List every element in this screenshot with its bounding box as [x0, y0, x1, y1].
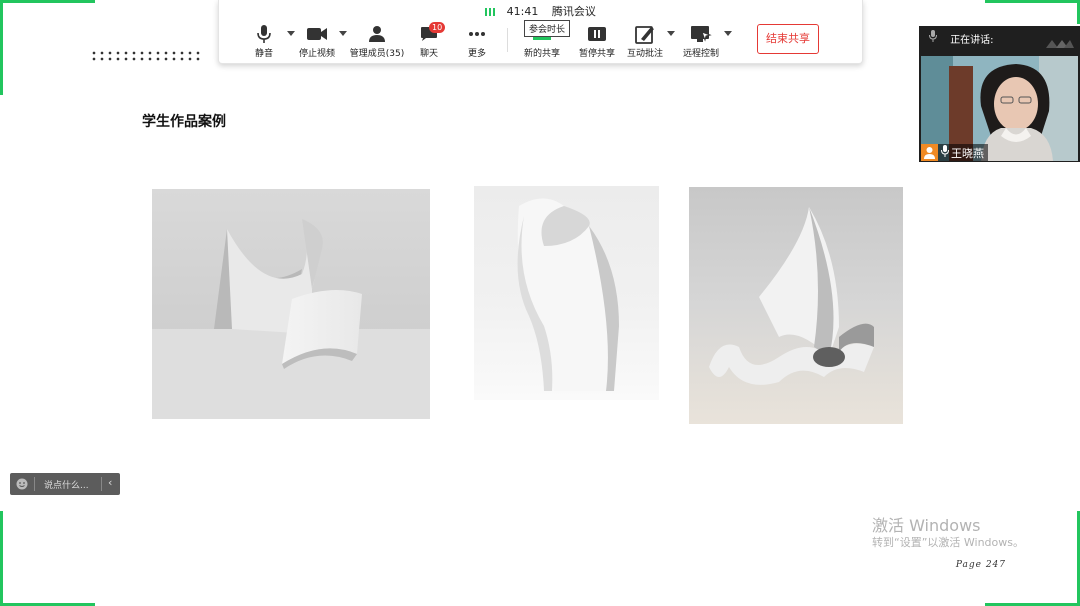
remote-control-label: 远程控制: [682, 49, 719, 59]
active-speaker-panel: 正在讲话: 王晓燕: [919, 26, 1080, 162]
chat-input-placeholder: 说点什么...: [44, 481, 89, 491]
members-icon: [349, 24, 405, 44]
remote-control-options-chevron-icon[interactable]: [724, 31, 732, 36]
page-label: Page: [955, 560, 982, 570]
chat-input-divider: [34, 477, 35, 491]
student-work-photo-2: [474, 186, 659, 400]
emoji-icon[interactable]: [16, 478, 28, 493]
mute-label: 静音: [254, 49, 273, 59]
meeting-status-bar: 41:41 腾讯会议: [219, 3, 862, 19]
more-dots-icon: [463, 24, 491, 44]
annotate-pen-icon: [625, 24, 665, 44]
more-label: 更多: [467, 49, 486, 59]
mute-button[interactable]: 静音: [249, 24, 279, 59]
remote-control-button[interactable]: 远程控制: [681, 24, 721, 59]
new-share-label: 新的共享: [523, 49, 560, 59]
page-number: Page 247: [956, 560, 1006, 570]
mute-options-chevron-icon[interactable]: [287, 31, 295, 36]
toolbar-divider: [507, 28, 508, 52]
speaker-name-tag: 王晓燕: [921, 144, 988, 161]
student-work-photo-3: [689, 187, 903, 424]
chat-button[interactable]: 10 聊天: [415, 22, 446, 59]
windows-activation-hint: 转到“设置”以激活 Windows。: [872, 536, 1024, 549]
video-options-chevron-icon[interactable]: [339, 31, 347, 36]
meeting-duration: 41:41: [506, 5, 539, 18]
end-share-button[interactable]: 结束共享: [757, 24, 819, 54]
collapse-chevron-left-icon[interactable]: ‹: [108, 476, 112, 489]
share-border-corner: [0, 0, 3, 95]
pause-share-label: 暂停共享: [578, 49, 615, 59]
microphone-icon: [941, 145, 949, 160]
page-number-value: 247: [985, 560, 1006, 570]
signal-icon: [485, 8, 496, 16]
share-border-corner: [0, 0, 95, 3]
more-button[interactable]: 更多: [463, 24, 491, 59]
stop-video-button[interactable]: 停止视频: [295, 24, 339, 59]
speaker-header: 正在讲话:: [919, 26, 1080, 54]
chat-icon: 10: [415, 22, 446, 44]
share-border-corner: [0, 511, 3, 606]
microphone-icon: [249, 24, 279, 44]
annotate-button[interactable]: 互动批注: [625, 24, 665, 59]
speaker-name: 王晓燕: [951, 146, 984, 160]
stop-video-label: 停止视频: [298, 49, 335, 59]
chat-unread-badge: 10: [429, 22, 446, 33]
speaker-heading: 正在讲话:: [950, 35, 994, 46]
app-name: 腾讯会议: [551, 5, 596, 18]
student-work-photo-1: [152, 189, 430, 419]
remote-control-icon: [681, 24, 721, 44]
slide-title: 学生作品案例: [142, 114, 226, 130]
chat-quick-input[interactable]: 说点什么... ‹: [10, 473, 120, 495]
video-camera-icon: [295, 24, 339, 44]
annotate-options-chevron-icon[interactable]: [667, 31, 675, 36]
microphone-icon: [929, 26, 939, 54]
chat-input-divider: [101, 477, 102, 491]
meeting-duration-tooltip: 参会时长: [524, 20, 571, 37]
user-avatar-icon: [921, 144, 938, 161]
annotate-label: 互动批注: [626, 49, 663, 59]
pause-icon: [577, 24, 617, 44]
slide-decoration-dots: [90, 50, 202, 62]
windows-activation-title: 激活 Windows: [872, 516, 981, 535]
manage-members-label: 管理成员(35): [349, 49, 405, 59]
manage-members-button[interactable]: 管理成员(35): [349, 24, 405, 59]
pause-share-button[interactable]: 暂停共享: [577, 24, 617, 59]
share-border-corner: [985, 0, 1080, 3]
chat-label: 聊天: [419, 49, 438, 59]
